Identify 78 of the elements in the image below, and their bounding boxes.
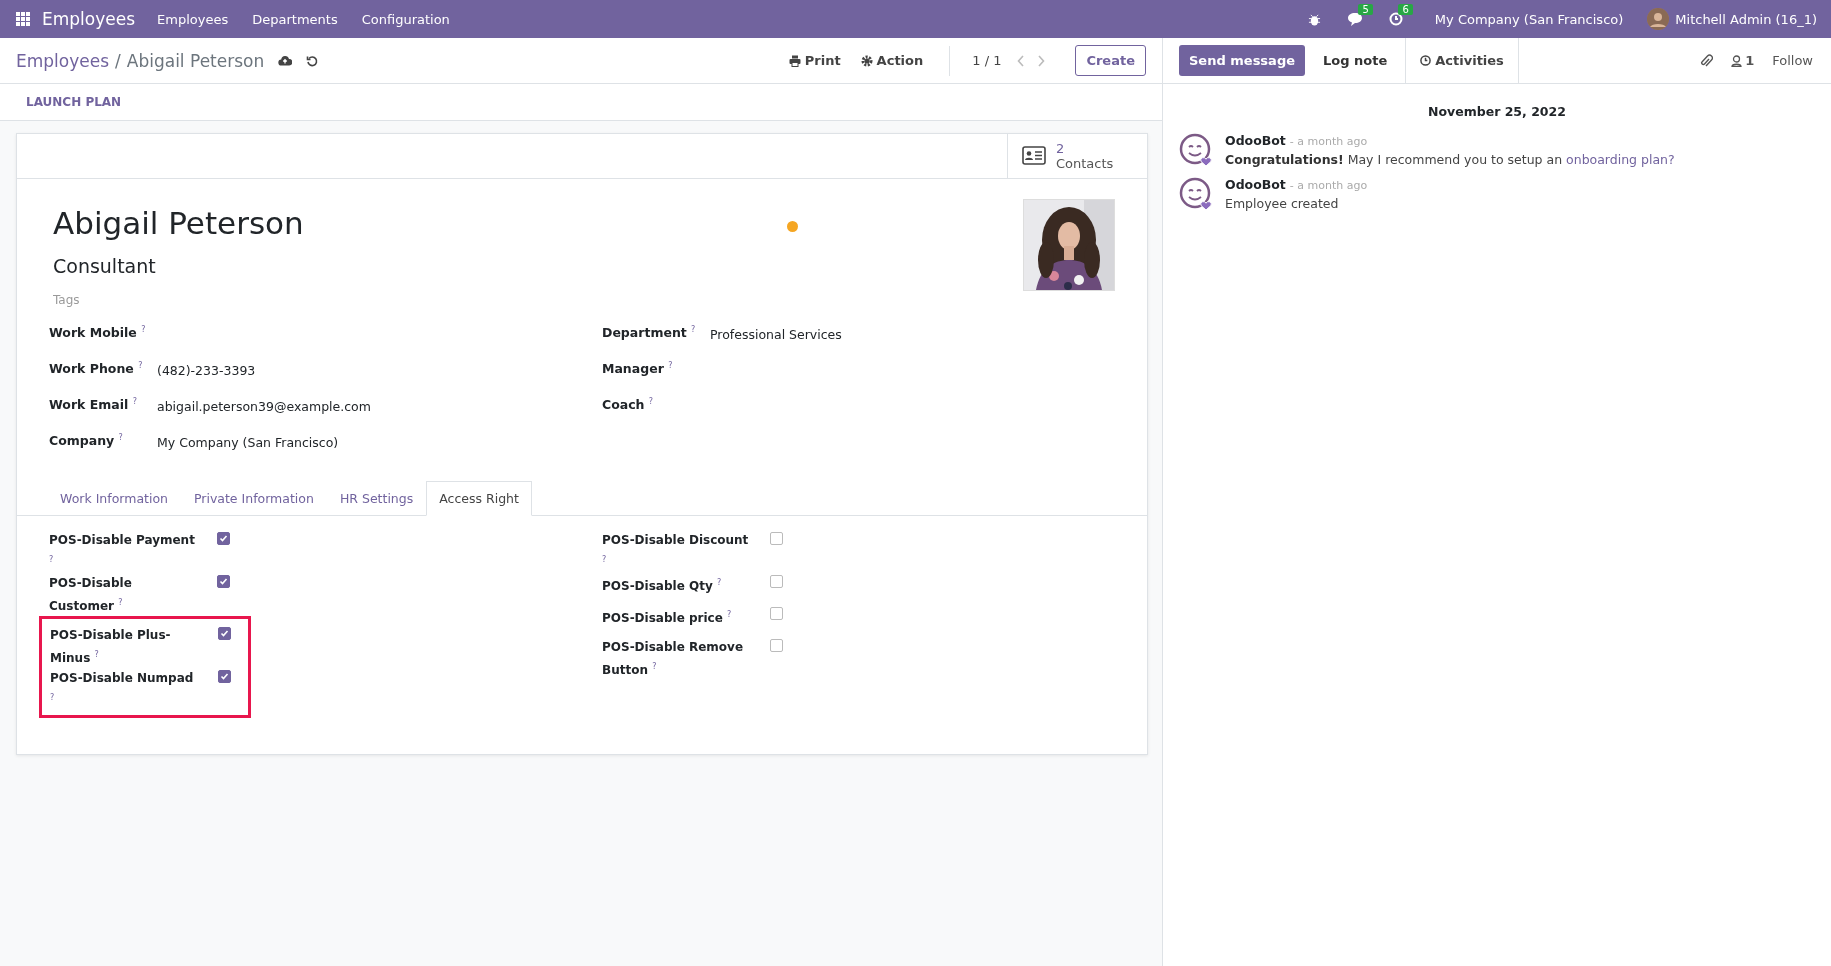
tab[interactable]: Access Right (426, 481, 532, 516)
log-note-tab[interactable]: Log note (1305, 38, 1406, 83)
menu-item[interactable]: Departments (252, 11, 338, 27)
message-body: Employee created (1225, 196, 1340, 211)
checkbox[interactable] (217, 532, 230, 545)
apps-menu-icon[interactable] (16, 12, 30, 26)
check-icon (220, 629, 229, 638)
bot-avatar (1179, 133, 1213, 167)
message-author: OdooBot (1225, 177, 1286, 192)
field-label: POS-Disable Plus-Minus $^{?}$ (50, 627, 172, 667)
check-icon (219, 534, 228, 543)
checkbox[interactable] (770, 607, 783, 620)
clock-icon[interactable] (1388, 12, 1403, 26)
breadcrumb-separator: / (115, 50, 121, 71)
check-icon (219, 577, 228, 586)
field-label: Work Email $^{?}$ (49, 397, 138, 413)
activity-count-badge: 6 (1398, 4, 1413, 15)
followers-button[interactable]: 1 (1731, 53, 1755, 68)
tab[interactable]: HR Settings (326, 481, 427, 516)
field-label: Coach $^{?}$ (602, 397, 655, 413)
send-message-button[interactable]: Send message (1179, 45, 1305, 76)
field-label: POS-Disable Customer $^{?}$ (49, 575, 133, 615)
field-label: Work Phone $^{?}$ (49, 361, 144, 377)
contacts-smart-button[interactable]: 2 Contacts (1007, 134, 1147, 178)
menu-item[interactable]: Configuration (361, 11, 450, 27)
checkbox[interactable] (217, 575, 230, 588)
print-button[interactable]: Print (788, 53, 841, 68)
field-value: (482)-233-3393 (157, 362, 257, 378)
action-button[interactable]: Action (860, 53, 924, 68)
user-menu[interactable]: Mitchell Admin (16_1) (1675, 11, 1817, 27)
chat-icon[interactable] (1346, 12, 1363, 26)
bug-icon[interactable] (1307, 12, 1321, 26)
field-label: Company $^{?}$ (49, 433, 124, 449)
company-switcher[interactable]: My Company (San Francisco) (1434, 11, 1624, 27)
printer-icon (788, 54, 801, 67)
employee-name: Abigail Peterson (53, 205, 305, 241)
create-button[interactable]: Create (1075, 45, 1146, 76)
checkbox[interactable] (218, 670, 231, 683)
job-title: Consultant (53, 255, 157, 277)
field-value: Professional Services (710, 326, 843, 342)
field-label: Manager $^{?}$ (602, 361, 674, 377)
paperclip-icon[interactable] (1699, 52, 1714, 69)
cloud-upload-icon[interactable] (278, 55, 293, 66)
clock-icon (1420, 55, 1432, 66)
field-label: POS-Disable price $^{?}$ (602, 609, 733, 627)
bot-avatar (1179, 177, 1213, 211)
message-time: - a month ago (1289, 135, 1368, 148)
contact-card-icon (1022, 146, 1046, 166)
checkbox[interactable] (770, 575, 783, 588)
check-icon (220, 672, 229, 681)
menu-item[interactable]: Employees (157, 11, 229, 27)
pager-value: 1 / 1 (972, 53, 1002, 68)
checkbox[interactable] (770, 639, 783, 652)
checkbox[interactable] (770, 532, 783, 545)
launch-plan-button[interactable]: LAUNCH PLAN (26, 95, 122, 109)
breadcrumb-link[interactable]: Employees (16, 50, 110, 71)
field-value: abigail.peterson39@example.com (157, 398, 372, 414)
activities-button[interactable]: Activities (1405, 38, 1519, 83)
user-avatar[interactable] (1647, 8, 1670, 30)
field-label: POS-Disable Remove Button $^{?}$ (602, 639, 745, 679)
follow-button[interactable]: Follow (1772, 53, 1813, 68)
message-count-badge: 5 (1358, 4, 1373, 15)
message-time: - a month ago (1289, 179, 1368, 192)
checkbox[interactable] (218, 627, 231, 640)
breadcrumb-current: Abigail Peterson (126, 50, 265, 71)
onboarding-plan-link[interactable]: onboarding plan? (1566, 152, 1675, 167)
field-label: Department $^{?}$ (602, 325, 697, 341)
message-author: OdooBot (1225, 133, 1286, 148)
field-value: My Company (San Francisco) (157, 434, 340, 450)
tab[interactable]: Work Information (47, 481, 181, 516)
undo-icon[interactable] (306, 54, 319, 67)
message-body: Congratulations! May I recommend you to setup an onboarding plan? (1225, 152, 1675, 167)
gear-icon (860, 54, 873, 67)
field-label: POS-Disable Qty $^{?}$ (602, 577, 723, 595)
tab[interactable]: Private Information (181, 481, 327, 516)
date-separator: November 25, 2022 (1427, 104, 1567, 119)
app-title[interactable]: Employees (42, 9, 136, 29)
field-label: Work Mobile $^{?}$ (49, 325, 147, 341)
